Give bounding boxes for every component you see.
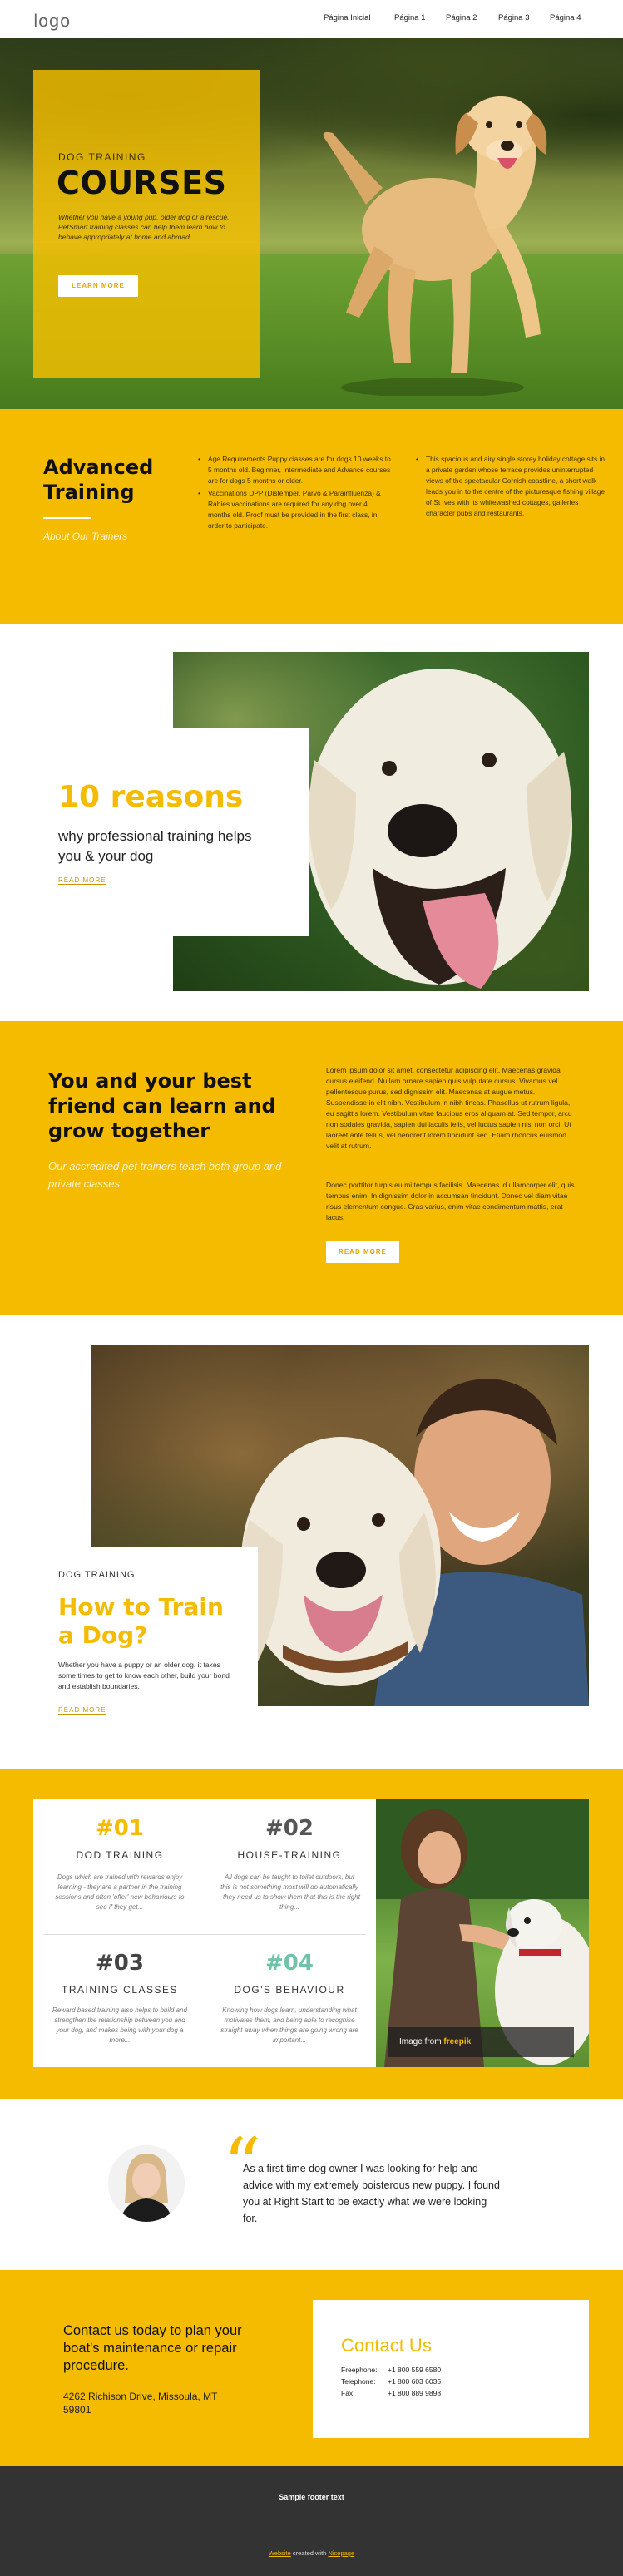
reasons-title: 10 reasons [58, 780, 244, 814]
contact-label: Fax: [341, 2389, 355, 2397]
nav-page-3[interactable]: Página 3 [498, 13, 530, 22]
feature-text: Reward based training also helps to buil… [52, 2006, 187, 2044]
contact-row: Telephone: +1 800 603 6035 [341, 2377, 507, 2386]
contact-value[interactable]: +1 800 559 6580 [388, 2366, 441, 2374]
nav-home[interactable]: Página Inicial [324, 13, 371, 22]
list-item: This spacious and airy single storey hol… [416, 454, 609, 519]
contact-title: Contact us today to plan your boat's mai… [63, 2323, 242, 2373]
contact-label: Freephone: [341, 2366, 378, 2374]
divider [43, 1934, 366, 1935]
logo[interactable]: logo [33, 11, 71, 31]
train-eyebrow: DOG TRAINING [58, 1570, 136, 1580]
feature-text: Dogs which are trained with rewards enjo… [55, 1873, 185, 1911]
nav-page-1[interactable]: Página 1 [394, 13, 426, 22]
site-header: logo Página Inicial Página 1 Página 2 Pá… [0, 0, 623, 38]
reasons-read-more-link[interactable]: READ MORE [58, 876, 106, 885]
list-item: Vaccinations DPP (Distemper, Parvo & Par… [198, 488, 391, 531]
learn-paragraph-1: Lorem ipsum dolor sit amet, consectetur … [326, 1066, 572, 1150]
contact-label: Telephone: [341, 2377, 376, 2386]
cottage-list: This spacious and airy single storey hol… [416, 454, 609, 521]
list-item: Age Requirements Puppy classes are for d… [198, 454, 391, 486]
hero-dog-image [323, 96, 547, 396]
learn-more-button[interactable]: LEARN MORE [58, 275, 138, 297]
reasons-text: why professional training helps you & yo… [58, 828, 252, 864]
feature-text: All dogs can be taught to toilet outdoor… [219, 1873, 360, 1911]
image-caption: Image from freepik [388, 2027, 574, 2057]
feature-heading: HOUSE-TRAINING [237, 1849, 342, 1861]
nav-page-4[interactable]: Página 4 [550, 13, 581, 22]
feature-text: Knowing how dogs learn, understanding wh… [220, 2006, 358, 2044]
footer-credit: Website created with Nicepage [0, 2549, 623, 2557]
train-text: Whether you have a puppy or an older dog… [58, 1661, 230, 1690]
learn-title: You and your best friend can learn and g… [48, 1069, 276, 1142]
learn-subtitle: Our accredited pet trainers teach both g… [48, 1160, 282, 1190]
credit-text: created with [292, 2549, 327, 2557]
learn-paragraph-2: Donec porttitor turpis eu mi tempus faci… [326, 1181, 575, 1221]
learn-read-more-button[interactable]: READ MORE [326, 1241, 399, 1263]
train-title: How to Train a Dog? [58, 1593, 224, 1649]
contact-value[interactable]: +1 800 889 9898 [388, 2389, 441, 2397]
caption-text: Image from [399, 2037, 442, 2046]
hero-eyebrow: DOG TRAINING [58, 151, 146, 163]
hero-text: Whether you have a young pup, older dog … [58, 213, 230, 241]
contact-row: Freephone: +1 800 559 6580 [341, 2366, 507, 2374]
site-footer [0, 2466, 623, 2576]
footer-text: Sample footer text [279, 2493, 344, 2501]
testimonial-text: As a first time dog owner I was looking … [243, 2163, 500, 2224]
contact-row: Fax: +1 800 889 9898 [341, 2389, 507, 2397]
nav-page-2[interactable]: Página 2 [446, 13, 477, 22]
feature-heading: DOD TRAINING [76, 1849, 164, 1861]
contact-address: 4262 Richison Drive, Missoula, MT 59801 [63, 2391, 218, 2416]
avatar [108, 2145, 185, 2222]
divider [43, 517, 91, 519]
train-read-more-link[interactable]: READ MORE [58, 1706, 106, 1715]
advanced-title: Advanced Training [43, 456, 154, 504]
about-trainers-link[interactable]: About Our Trainers [43, 530, 127, 542]
avatar-illustration [108, 2145, 185, 2222]
nicepage-link[interactable]: Nicepage [328, 2549, 354, 2557]
labrador-illustration [306, 669, 572, 989]
contact-card-title: Contact Us [341, 2335, 432, 2356]
feature-number: #04 [265, 1951, 314, 1976]
feature-heading: DOG'S BEHAVIOUR [234, 1984, 345, 1996]
feature-number: #03 [96, 1951, 144, 1976]
feature-heading: TRAINING CLASSES [61, 1984, 179, 1996]
requirements-list: Age Requirements Puppy classes are for d… [198, 454, 391, 533]
website-link[interactable]: Website [269, 2549, 291, 2557]
feature-number: #01 [96, 1816, 144, 1841]
feature-number: #02 [265, 1816, 314, 1841]
contact-value[interactable]: +1 800 603 6035 [388, 2377, 441, 2386]
hero-title: COURSES [57, 165, 227, 201]
freepik-link[interactable]: freepik [443, 2037, 471, 2046]
